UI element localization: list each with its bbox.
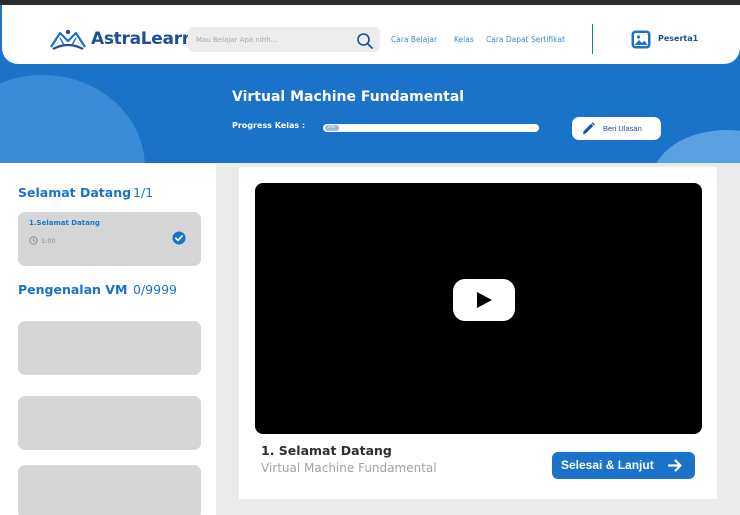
progress-bar — [323, 124, 539, 132]
decorative-blob — [0, 75, 145, 163]
search-icon[interactable] — [356, 32, 374, 50]
section-title-selamat-datang[interactable]: Selamat Datang — [18, 185, 131, 200]
lesson-item-placeholder[interactable] — [18, 465, 201, 515]
image-avatar-icon[interactable] — [631, 30, 651, 49]
lesson-item-selamat-datang[interactable]: 1.Selamat Datang 1:00 — [18, 212, 201, 266]
current-lesson-title: 1. Selamat Datang — [261, 443, 392, 458]
search-input[interactable] — [196, 31, 351, 48]
brand-logo[interactable]: AstraLearn — [49, 25, 194, 53]
brand-name: AstraLearn — [91, 29, 194, 49]
progress-percent-text: 0% — [328, 125, 336, 130]
video-player[interactable] — [255, 183, 702, 434]
open-book-logo-icon — [50, 29, 86, 50]
lesson-content-panel: 1. Selamat Datang Virtual Machine Fundam… — [239, 167, 717, 499]
lesson-item-placeholder[interactable] — [18, 321, 201, 375]
lesson-sidebar: Selamat Datang 1/1 1.Selamat Datang 1:00… — [0, 163, 216, 515]
course-title: Virtual Machine Fundamental — [232, 89, 465, 105]
lesson-item-title: 1.Selamat Datang — [29, 219, 100, 227]
nav-link-cara-belajar[interactable]: Cara Belajar — [391, 35, 437, 44]
lesson-item-placeholder[interactable] — [18, 396, 201, 450]
top-navbar: AstraLearn Cara Belajar Kelas Cara Dapat… — [2, 5, 740, 64]
section-progress-count: 0/9999 — [133, 282, 177, 297]
review-button[interactable]: Beri Ulasan — [572, 117, 661, 140]
decorative-blob — [652, 130, 740, 163]
play-icon[interactable] — [453, 279, 515, 321]
check-circle-icon — [172, 231, 186, 245]
user-name-label[interactable]: Peserta1 — [658, 34, 698, 43]
complete-and-next-button[interactable]: Selesai & Lanjut — [552, 452, 695, 479]
nav-link-cara-dapat-sertifikat[interactable]: Cara Dapat Sertifikat — [486, 35, 565, 44]
current-course-name: Virtual Machine Fundamental — [261, 461, 437, 475]
lesson-duration: 1:00 — [41, 237, 56, 245]
nav-link-kelas[interactable]: Kelas — [454, 35, 474, 44]
review-button-label: Beri Ulasan — [603, 124, 642, 133]
clock-icon — [29, 236, 38, 245]
nav-divider — [592, 24, 593, 54]
pencil-icon — [583, 122, 595, 134]
section-title-pengenalan-vm[interactable]: Pengenalan VM — [18, 282, 127, 297]
complete-and-next-label: Selesai & Lanjut — [561, 458, 654, 472]
search-bar — [188, 27, 380, 52]
progress-label: Progress Kelas : — [232, 121, 306, 130]
section-progress-count: 1/1 — [133, 185, 154, 200]
arrow-right-icon — [667, 459, 682, 472]
